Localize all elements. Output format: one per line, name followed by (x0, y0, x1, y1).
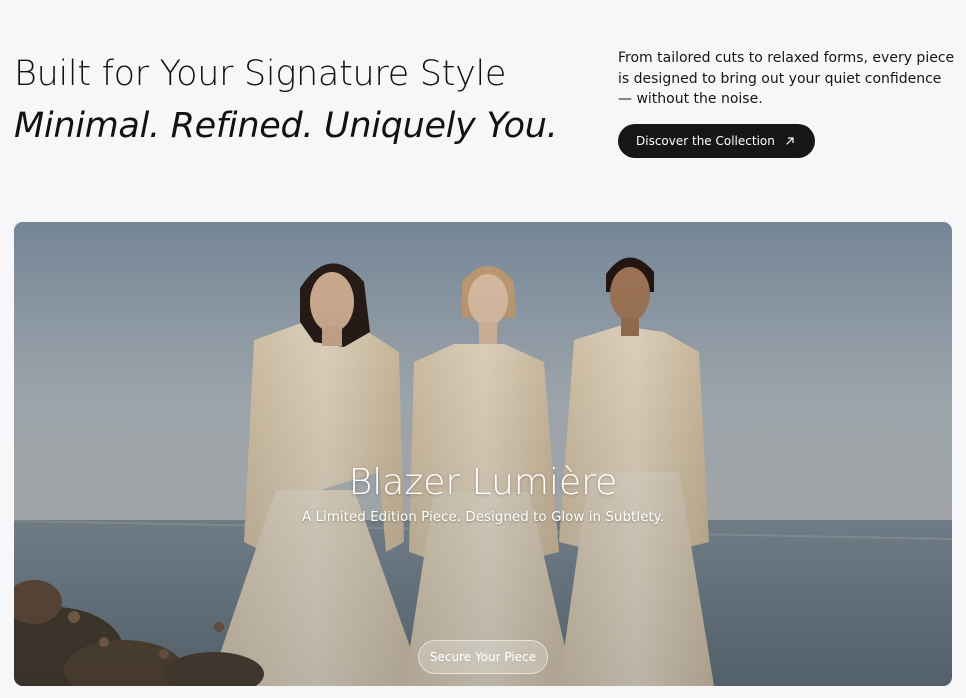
headline: Built for Your Signature Style Minimal. … (14, 48, 574, 152)
discover-collection-button[interactable]: Discover the Collection (618, 123, 815, 158)
headline-line-1: Built for Your Signature Style (14, 54, 507, 94)
hero-title: Blazer Lumière (348, 462, 618, 503)
hero-overlay (14, 222, 952, 686)
secure-your-piece-button[interactable]: Secure Your Piece (418, 640, 548, 674)
intro-description: From tailored cuts to relaxed forms, eve… (618, 50, 955, 107)
discover-collection-label: Discover the Collection (636, 133, 775, 148)
hero-subtitle: A Limited Edition Piece. Designed to Glo… (301, 509, 665, 525)
intro-section: Built for Your Signature Style Minimal. … (14, 48, 574, 152)
hero-banner: Blazer Lumière A Limited Edition Piece. … (14, 222, 952, 686)
headline-line-2: Minimal. Refined. Uniquely You. (14, 106, 558, 146)
arrow-up-right-icon (786, 136, 794, 145)
intro-aside: From tailored cuts to relaxed forms, eve… (618, 48, 958, 158)
